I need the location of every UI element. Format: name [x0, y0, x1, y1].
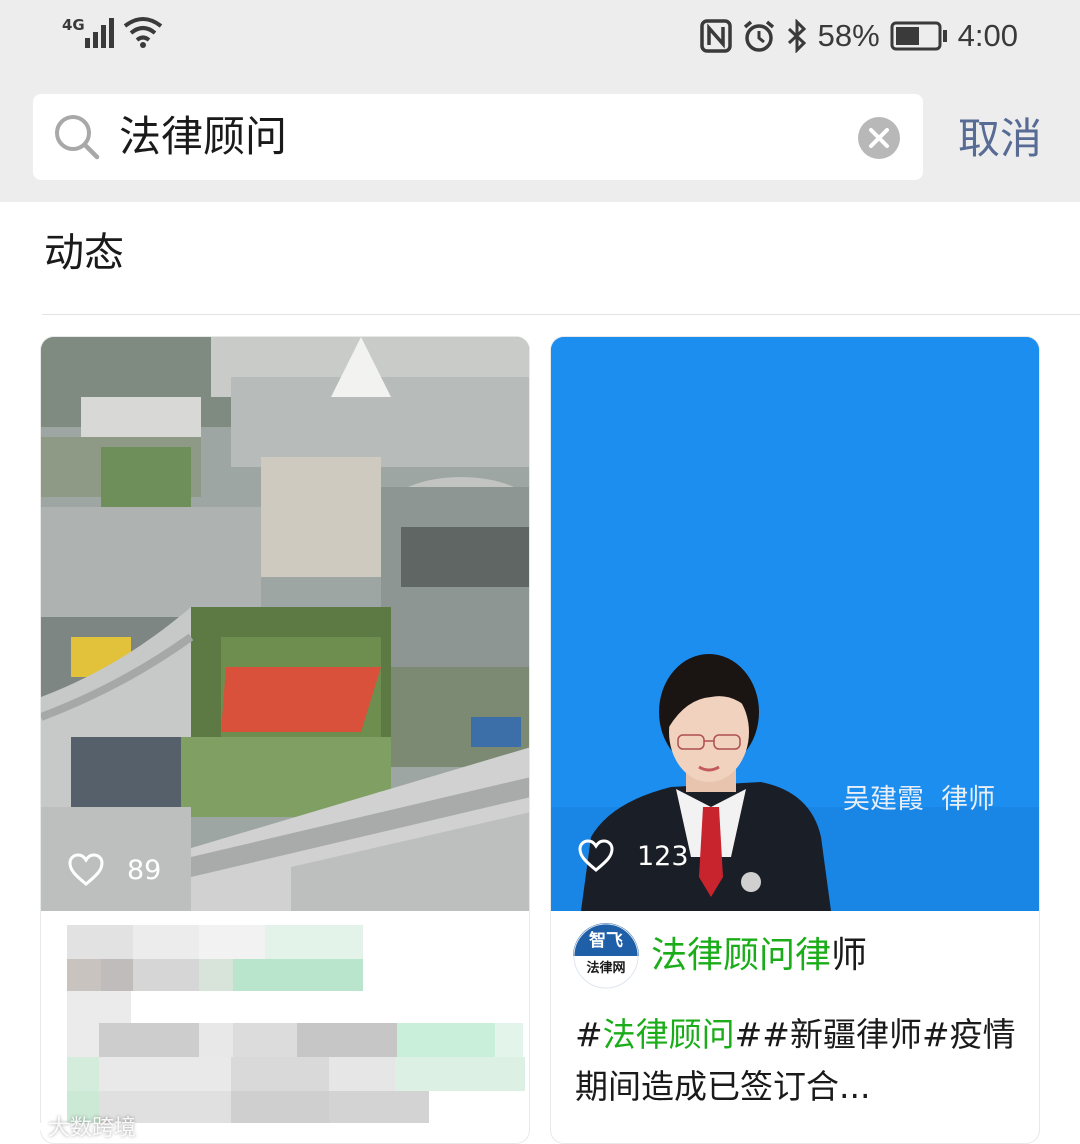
post-thumbnail[interactable]: 89 [41, 337, 529, 911]
author-logo[interactable]: 智飞 法律网 [573, 923, 639, 989]
author-row[interactable]: 智飞 法律网 法律顾问律师 [573, 923, 867, 989]
photo-caption: 吴建霞 律师 [843, 784, 996, 815]
author-name-rest: 师 [831, 935, 868, 976]
desc-highlight: 法律顾问 [602, 1015, 735, 1054]
post-card[interactable]: 89 [40, 336, 530, 1144]
signal-icon [84, 18, 114, 48]
like-count: 123 [637, 840, 689, 872]
battery-percent: 58% [817, 18, 880, 53]
battery-icon [890, 21, 947, 51]
status-bar: 4G 58% 4:00 [0, 0, 1080, 76]
search-bar-area: 法律顾问 取消 [0, 76, 1080, 202]
watermark-text: 大数跨境 [48, 1116, 137, 1141]
author-name[interactable]: 法律顾问律师 [651, 933, 867, 979]
divider [42, 314, 1080, 315]
post-card[interactable]: 吴建霞 律师 123 智飞 法律网 法律顾问律师 #法律顾问##新疆律师#疫情期… [550, 336, 1040, 1144]
watermark-logo-icon [11, 1117, 43, 1135]
logo-text-top: 智飞 [589, 931, 623, 951]
wifi-icon [123, 17, 162, 48]
bluetooth-icon [787, 19, 806, 53]
nfc-icon [699, 19, 732, 53]
status-right: 58% 4:00 [699, 18, 1018, 54]
lawyer-portrait [551, 337, 1039, 911]
status-left: 4G [62, 16, 163, 48]
cancel-button[interactable]: 取消 [958, 112, 1042, 166]
network-type: 4G [62, 16, 85, 34]
section-title: 动态 [44, 230, 124, 276]
clear-icon[interactable] [857, 116, 901, 160]
heart-icon[interactable] [577, 839, 615, 873]
search-query[interactable]: 法律顾问 [119, 110, 287, 164]
alarm-icon [743, 20, 774, 52]
search-icon [55, 115, 100, 160]
watermark: 大数跨境 [10, 1110, 136, 1142]
post-description[interactable]: #法律顾问##新疆律师#疫情期间造成已签订合... [575, 1009, 1025, 1113]
like-row: 89 [67, 853, 161, 887]
logo-text-bottom: 法律网 [586, 961, 626, 976]
heart-icon[interactable] [67, 853, 105, 887]
desc-hash: # [575, 1015, 603, 1054]
clock: 4:00 [957, 18, 1018, 53]
author-name-highlight: 法律顾问律 [651, 935, 832, 976]
like-count: 89 [127, 854, 162, 886]
post-thumbnail[interactable]: 吴建霞 律师 123 [551, 337, 1039, 911]
aerial-city-image [41, 337, 529, 911]
like-row: 123 [577, 839, 689, 873]
search-input[interactable]: 法律顾问 [33, 94, 923, 180]
